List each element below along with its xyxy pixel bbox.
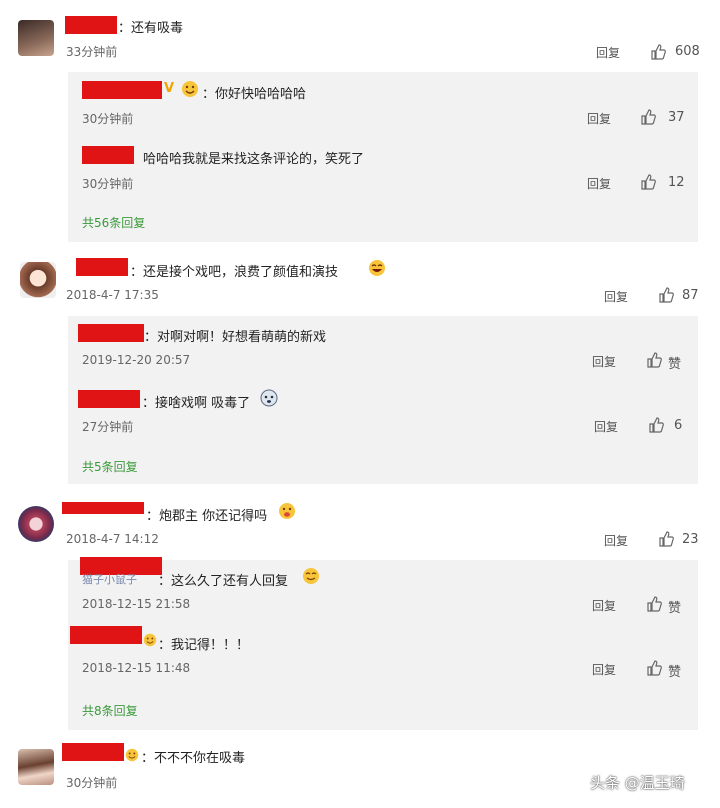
like-count: 12 bbox=[668, 175, 685, 190]
thumbs-up-icon[interactable] bbox=[640, 109, 656, 125]
like-count: 608 bbox=[675, 44, 700, 59]
comment-time: 33分钟前 bbox=[66, 45, 118, 59]
avatar[interactable] bbox=[20, 262, 56, 298]
avatar[interactable] bbox=[18, 506, 54, 542]
reply-button[interactable]: 回复 bbox=[604, 532, 628, 549]
emoji-icon bbox=[303, 568, 319, 584]
more-replies-link[interactable]: 共5条回复 bbox=[82, 458, 138, 475]
vip-badge: V bbox=[164, 81, 175, 96]
thumbs-up-icon[interactable] bbox=[658, 287, 674, 303]
emoji-icon bbox=[279, 503, 295, 519]
reply-text: ：这么久了还有人回复 bbox=[158, 574, 289, 589]
reply-time: 30分钟前 bbox=[82, 177, 134, 191]
more-replies-link[interactable]: 共56条回复 bbox=[82, 214, 145, 231]
reply-time: 2018-12-15 11:48 bbox=[82, 661, 191, 675]
username[interactable] bbox=[62, 502, 144, 514]
comment-time: 2018-4-7 14:12 bbox=[66, 532, 159, 546]
reply-text: ：对啊对啊！好想看萌萌的新戏 bbox=[144, 330, 327, 345]
thumbs-up-icon[interactable] bbox=[646, 352, 662, 368]
username[interactable] bbox=[82, 81, 162, 99]
reply-text: ：你好快哈哈哈哈 bbox=[202, 87, 307, 102]
emoji-icon bbox=[125, 748, 139, 762]
comment-text: ：还有吸毒 bbox=[118, 21, 184, 36]
reply-button[interactable]: 回复 bbox=[594, 418, 618, 435]
comment-text: ：炮郡主 你还记得吗 bbox=[146, 509, 268, 524]
emoji-icon bbox=[182, 81, 198, 97]
comment-text: ：不不不你在吸毒 bbox=[141, 751, 246, 766]
avatar[interactable] bbox=[18, 20, 54, 56]
reply-time: 2019-12-20 20:57 bbox=[82, 353, 191, 367]
comment-time: 30分钟前 bbox=[66, 776, 118, 790]
reply-button[interactable]: 回复 bbox=[604, 288, 628, 305]
like-count: 赞 bbox=[668, 665, 682, 680]
thumbs-up-icon[interactable] bbox=[648, 417, 664, 433]
reply-button[interactable]: 回复 bbox=[592, 353, 616, 370]
username[interactable] bbox=[82, 146, 134, 164]
username[interactable] bbox=[62, 743, 124, 761]
reply-button[interactable]: 回复 bbox=[592, 661, 616, 678]
reply-text: ：接啥戏啊 吸毒了 bbox=[142, 396, 251, 411]
emoji-icon bbox=[143, 633, 157, 647]
username[interactable] bbox=[76, 258, 128, 276]
like-count: 87 bbox=[682, 288, 699, 303]
thumbs-up-icon[interactable] bbox=[650, 44, 666, 60]
comment-text: ：还是接个戏吧，浪费了颜值和演技 bbox=[130, 265, 339, 280]
reply-button[interactable]: 回复 bbox=[587, 110, 611, 127]
emoji-icon bbox=[260, 389, 278, 407]
username[interactable] bbox=[65, 16, 117, 34]
more-replies-link[interactable]: 共8条回复 bbox=[82, 702, 138, 719]
reply-text: ：我记得！！！ bbox=[158, 638, 250, 653]
username[interactable] bbox=[78, 390, 140, 408]
reply-time: 27分钟前 bbox=[82, 420, 134, 434]
like-count: 6 bbox=[674, 418, 683, 433]
username[interactable] bbox=[70, 626, 142, 644]
thumbs-up-icon[interactable] bbox=[640, 174, 656, 190]
reply-text: 哈哈哈我就是来找这条评论的，笑死了 bbox=[143, 152, 365, 167]
comment-time: 2018-4-7 17:35 bbox=[66, 288, 159, 302]
username[interactable] bbox=[78, 324, 144, 342]
reply-button[interactable]: 回复 bbox=[596, 44, 620, 61]
thumbs-up-icon[interactable] bbox=[646, 660, 662, 676]
reply-button[interactable]: 回复 bbox=[592, 597, 616, 614]
avatar[interactable] bbox=[18, 749, 54, 785]
thumbs-up-icon[interactable] bbox=[658, 531, 674, 547]
reply-username-fragment[interactable]: 猫子小鼠子 bbox=[82, 571, 137, 587]
reply-time: 30分钟前 bbox=[82, 112, 134, 126]
reply-time: 2018-12-15 21:58 bbox=[82, 597, 191, 611]
like-count: 37 bbox=[668, 110, 685, 125]
reply-button[interactable]: 回复 bbox=[587, 175, 611, 192]
emoji-icon bbox=[369, 260, 385, 276]
like-count: 23 bbox=[682, 532, 699, 547]
watermark: 头条 @温玉琦 bbox=[590, 774, 685, 792]
like-count: 赞 bbox=[668, 601, 682, 616]
thumbs-up-icon[interactable] bbox=[646, 596, 662, 612]
like-count: 赞 bbox=[668, 357, 682, 372]
